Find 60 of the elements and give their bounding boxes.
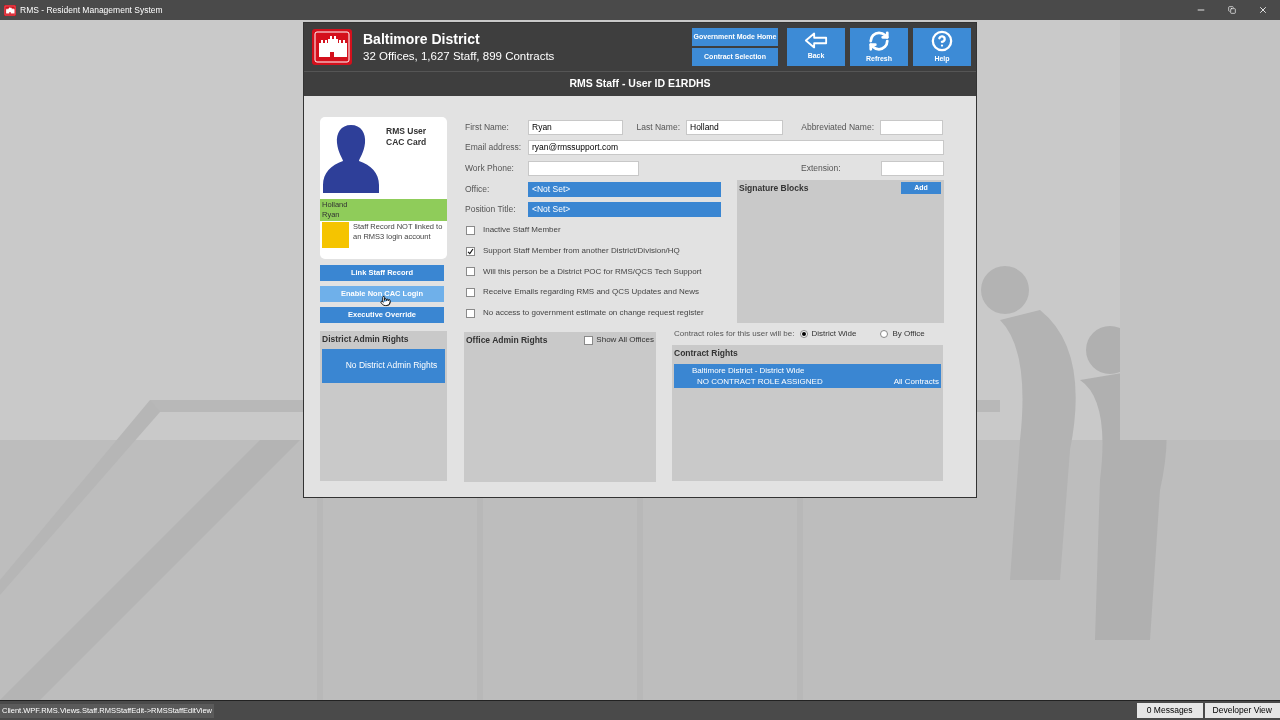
panel-title: Office Admin Rights — [466, 334, 548, 348]
castle-logo-icon — [4, 4, 16, 16]
castle-logo-icon — [309, 29, 355, 65]
close-icon[interactable] — [1258, 5, 1268, 15]
contract-scope: All Contracts — [893, 376, 939, 388]
field-label: Work Phone: — [465, 162, 515, 175]
card-title: RMS User — [386, 126, 427, 137]
last-name-field[interactable]: Holland — [686, 119, 783, 135]
checkbox-label: Inactive Staff Member — [483, 224, 561, 237]
email-field[interactable]: ryan@rmssupport.com — [528, 140, 944, 155]
panel-title: Signature Blocks — [739, 182, 809, 195]
field-label: Extension: — [801, 162, 842, 175]
panel-title: District Admin Rights — [321, 333, 410, 346]
status-swatch — [322, 222, 349, 248]
field-label: Office: — [465, 182, 491, 196]
checkbox[interactable] — [466, 308, 475, 318]
district-name: Baltimore District — [363, 30, 481, 48]
radio-label: By Office — [892, 328, 925, 341]
person-silhouette-icon — [321, 123, 381, 193]
contract-name: Baltimore District - District Wide — [691, 365, 806, 377]
restore-icon[interactable] — [1228, 6, 1236, 14]
work-phone-field[interactable] — [528, 161, 639, 176]
messages-count[interactable]: 0 Messages — [1136, 703, 1203, 718]
checkbox[interactable] — [584, 335, 594, 345]
refresh-icon — [868, 29, 890, 52]
first-name-field[interactable]: Ryan — [528, 119, 623, 135]
contract-scope-label: Contract roles for this user will be: — [674, 328, 795, 341]
card-title: CAC Card — [386, 137, 427, 148]
checkbox[interactable] — [466, 267, 475, 277]
district-summary: 32 Offices, 1,627 Staff, 899 Contracts — [363, 49, 555, 64]
position-title-dropdown[interactable]: <Not Set> — [528, 202, 721, 218]
field-label: First Name: — [465, 120, 510, 134]
field-label: Last Name: — [635, 120, 681, 134]
contract-rights-row[interactable]: Baltimore District - District Wide NO CONTRACT ROLE ASSIGNED All Contracts — [674, 364, 941, 389]
field-label: Position Title: — [465, 203, 517, 217]
help-icon — [931, 29, 953, 52]
hand-cursor-icon — [380, 295, 391, 307]
checkbox[interactable] — [466, 246, 475, 256]
field-label: Abbreviated Name: — [800, 120, 875, 134]
abbreviated-name-field[interactable] — [880, 119, 943, 135]
checkbox[interactable] — [466, 225, 475, 235]
field-label: Email address: — [465, 141, 523, 154]
panel-title: Contract Rights — [674, 347, 739, 361]
window-title: RMS - Resident Management System — [20, 3, 163, 17]
developer-view[interactable]: Developer View — [1204, 703, 1280, 718]
checkbox-label: Show All Offices — [596, 334, 654, 347]
checkbox-label: Will this person be a District POC for RMS/QCS Tech Support — [483, 265, 702, 278]
checkbox-label: Receive Emails regarding RMS and QCS Updates and News — [483, 286, 700, 299]
radio-button[interactable] — [880, 330, 889, 339]
radio-label: District Wide — [811, 328, 857, 341]
checkbox-label: No access to government estimate on change request register — [483, 307, 704, 320]
checkbox-label: Support Staff Member from another District/Division/HQ — [483, 245, 680, 258]
radio-button[interactable] — [799, 330, 808, 339]
checkbox[interactable] — [466, 287, 475, 297]
district-admin-item[interactable]: No District Admin Rights — [322, 348, 445, 383]
page-title: RMS Staff - User ID E1RDHS — [569, 76, 711, 92]
left-arrow-icon — [804, 32, 828, 50]
office-dropdown[interactable]: <Not Set> — [528, 181, 721, 197]
contract-role: NO CONTRACT ROLE ASSIGNED — [696, 376, 823, 388]
extension-field[interactable] — [881, 161, 944, 176]
